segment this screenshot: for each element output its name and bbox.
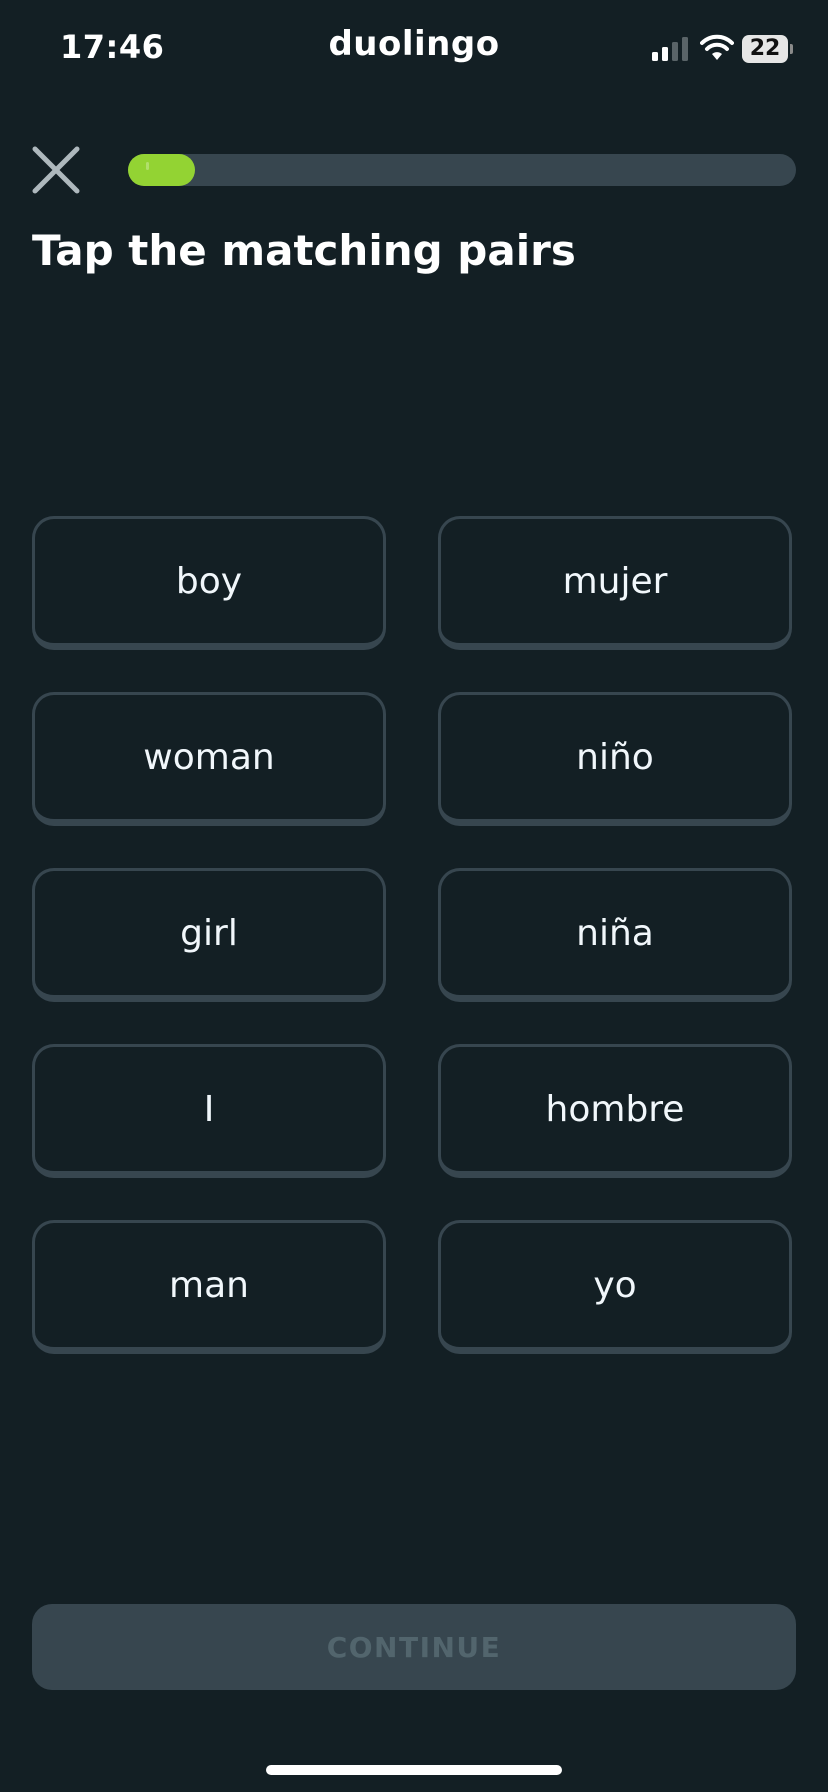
pair-tile-left[interactable]: man [32, 1220, 386, 1354]
home-indicator[interactable] [266, 1765, 562, 1775]
wifi-icon [700, 34, 734, 60]
battery-icon: 22 [742, 35, 793, 63]
close-icon[interactable] [30, 144, 82, 196]
pair-tile-right[interactable]: mujer [438, 516, 792, 650]
lesson-progress-bar [128, 154, 796, 186]
pair-tile-left[interactable]: I [32, 1044, 386, 1178]
pair-tile-left[interactable]: girl [32, 868, 386, 1002]
lesson-progress-fill [128, 154, 195, 186]
status-bar: 17:46 duolingo 22 [0, 0, 828, 96]
pair-tile-left[interactable]: boy [32, 516, 386, 650]
pair-tile-right[interactable]: yo [438, 1220, 792, 1354]
progress-highlight [146, 162, 150, 170]
pair-tile-right[interactable]: niño [438, 692, 792, 826]
pair-tile-right[interactable]: niña [438, 868, 792, 1002]
page-title: Tap the matching pairs [32, 226, 576, 275]
signal-icon [652, 37, 688, 61]
battery-tip [790, 44, 793, 54]
pair-tile-right[interactable]: hombre [438, 1044, 792, 1178]
battery-level: 22 [742, 35, 788, 63]
continue-button[interactable]: CONTINUE [32, 1604, 796, 1690]
pair-tile-left[interactable]: woman [32, 692, 386, 826]
